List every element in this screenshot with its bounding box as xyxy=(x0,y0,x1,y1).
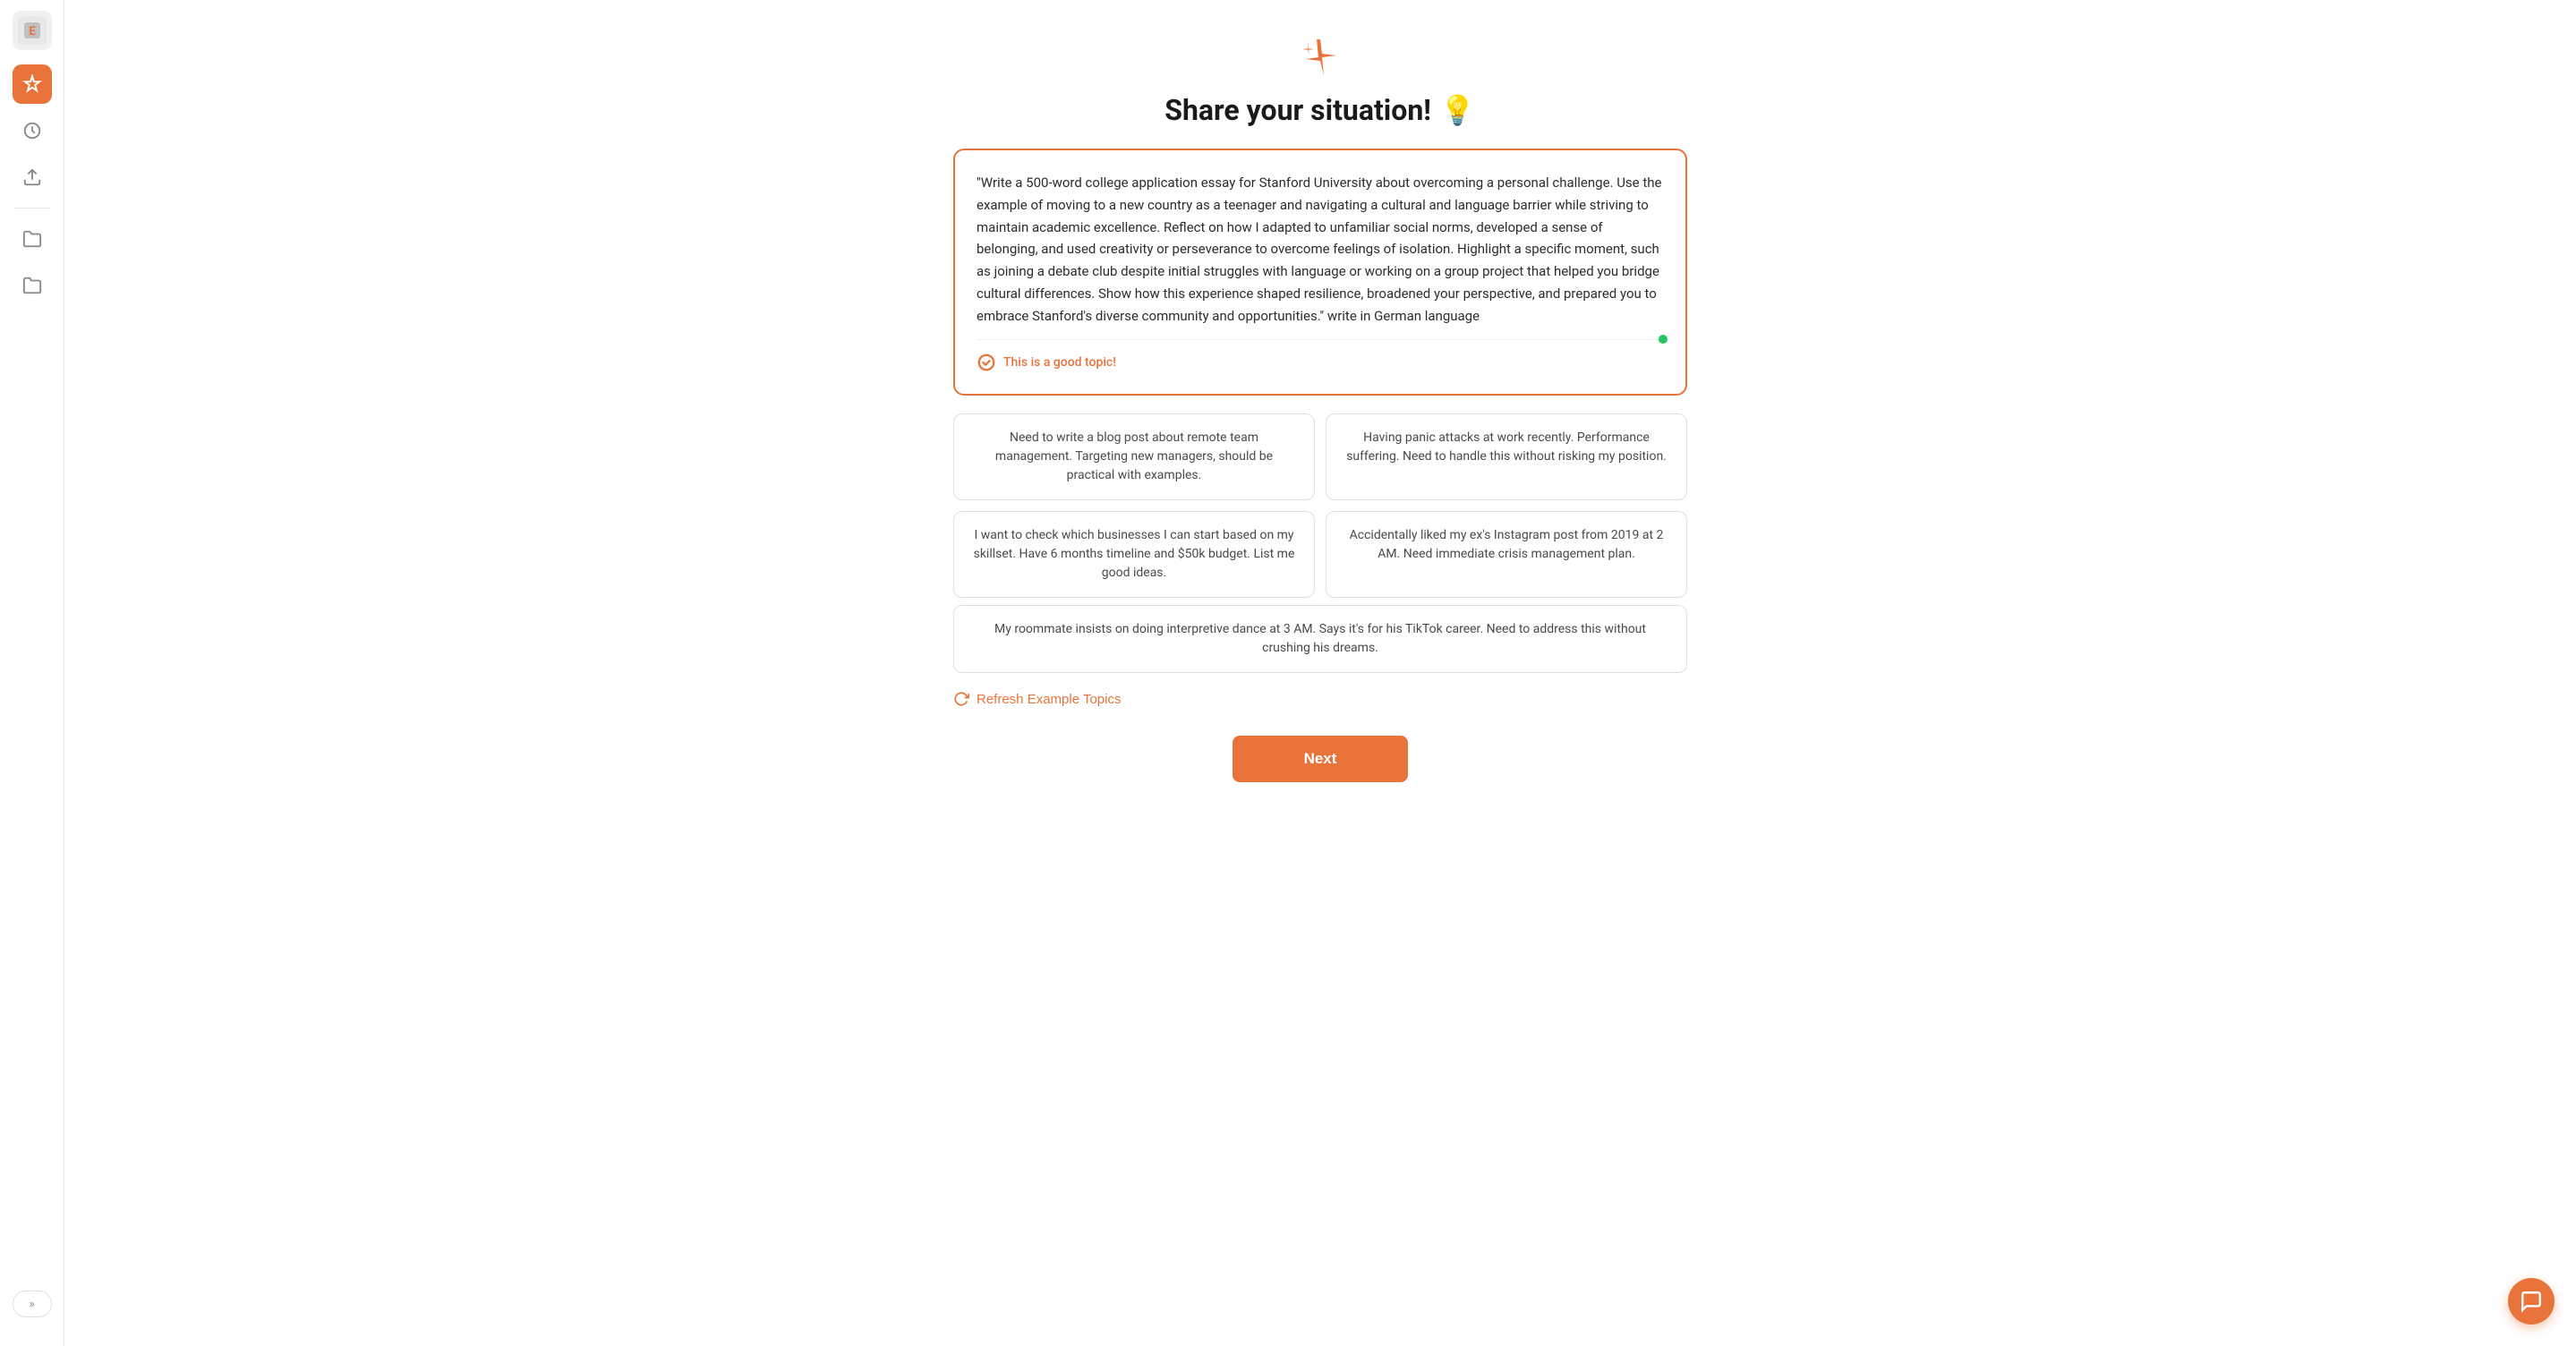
chat-icon xyxy=(2520,1290,2543,1313)
good-topic-label: This is a good topic! xyxy=(1003,355,1116,370)
folder1-button[interactable] xyxy=(13,219,52,259)
topic-card-5[interactable]: My roommate insists on doing interpretiv… xyxy=(953,605,1687,673)
refresh-button[interactable]: Refresh Example Topics xyxy=(953,687,1121,711)
situation-box: "Write a 500-word college application es… xyxy=(953,149,1687,396)
main-content: Share your situation! 💡 "Write a 500-wor… xyxy=(64,0,2576,1346)
title-emoji: 💡 xyxy=(1440,93,1476,127)
green-dot-indicator xyxy=(1659,335,1668,344)
floating-action-button[interactable] xyxy=(2508,1278,2555,1325)
collapse-icon: » xyxy=(29,1298,34,1311)
ai-button[interactable] xyxy=(13,64,52,104)
topic-card-1[interactable]: Need to write a blog post about remote t… xyxy=(953,413,1315,500)
logo-letter: E xyxy=(18,16,47,45)
spark-icon xyxy=(1299,36,1342,79)
history-button[interactable] xyxy=(13,111,52,150)
topic-card-4[interactable]: Accidentally liked my ex's Instagram pos… xyxy=(1326,511,1687,598)
export-button[interactable] xyxy=(13,158,52,197)
page-title: Share your situation! 💡 xyxy=(1164,93,1476,127)
sidebar-divider xyxy=(14,208,50,209)
folder2-button[interactable] xyxy=(13,266,52,305)
next-button[interactable]: Next xyxy=(1233,736,1409,782)
topic-card-2[interactable]: Having panic attacks at work recently. P… xyxy=(1326,413,1687,500)
good-topic-row: This is a good topic! xyxy=(977,339,1664,372)
refresh-row: Refresh Example Topics xyxy=(953,687,1687,711)
situation-text[interactable]: "Write a 500-word college application es… xyxy=(977,172,1664,327)
refresh-icon xyxy=(953,691,969,707)
sidebar-collapse-button[interactable]: » xyxy=(13,1291,52,1317)
app-logo: E xyxy=(13,11,52,50)
topic-card-3[interactable]: I want to check which businesses I can s… xyxy=(953,511,1315,598)
topics-grid: Need to write a blog post about remote t… xyxy=(953,413,1687,598)
sidebar: E » xyxy=(0,0,64,1346)
checkmark-icon xyxy=(977,353,996,372)
svg-text:E: E xyxy=(29,25,36,38)
